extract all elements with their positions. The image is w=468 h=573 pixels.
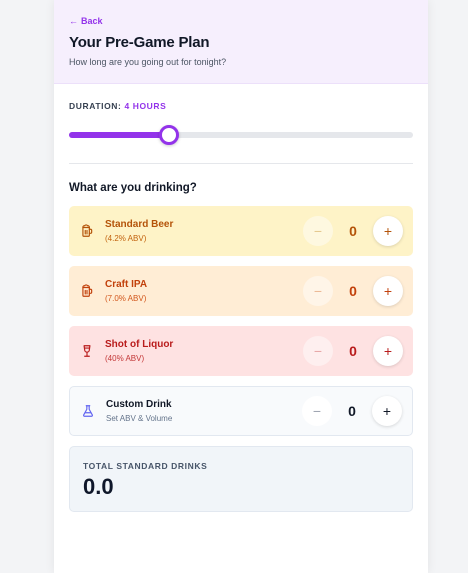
drink-count: 0 <box>349 343 357 359</box>
total-standard-drinks-panel: TOTAL STANDARD DRINKS 0.0 <box>69 446 413 512</box>
drink-row-craft-ipa: Craft IPA (7.0% ABV) − 0 + <box>69 266 413 316</box>
drink-count: 0 <box>349 223 357 239</box>
wine-glass-icon <box>79 343 95 359</box>
drinks-heading: What are you drinking? <box>69 182 197 194</box>
drink-count: 0 <box>348 403 356 419</box>
increment-button[interactable]: + <box>373 216 403 246</box>
drink-count: 0 <box>349 283 357 299</box>
drink-abv: (40% ABV) <box>105 354 145 363</box>
duration-caption: DURATION: <box>69 101 122 111</box>
flask-icon <box>80 403 96 419</box>
decrement-button[interactable]: − <box>303 276 333 306</box>
drink-abv: (7.0% ABV) <box>105 294 147 303</box>
drink-row-shot-of-liquor: Shot of Liquor (40% ABV) − 0 + <box>69 326 413 376</box>
duration-label: DURATION: 4 HOURS <box>69 101 413 111</box>
total-value: 0.0 <box>83 474 114 499</box>
drink-row-custom-drink: Custom Drink Set ABV & Volume − 0 + <box>69 386 413 436</box>
page-subtitle: How long are you going out for tonight? <box>69 57 227 67</box>
drink-abv: (4.2% ABV) <box>105 234 147 243</box>
page-title: Your Pre-Game Plan <box>69 34 210 51</box>
drink-name: Craft IPA <box>105 279 148 290</box>
drink-name: Standard Beer <box>105 219 174 230</box>
plan-card: ← Back Your Pre-Game Plan How long are y… <box>54 0 428 573</box>
beer-mug-icon <box>79 283 95 299</box>
drink-detail[interactable]: Set ABV & Volume <box>106 414 302 423</box>
increment-button[interactable]: + <box>373 276 403 306</box>
slider-thumb[interactable] <box>158 125 179 145</box>
back-label: Back <box>81 16 103 26</box>
arrow-left-icon: ← <box>69 16 78 26</box>
increment-button[interactable]: + <box>372 396 402 426</box>
total-label: TOTAL STANDARD DRINKS <box>83 461 208 471</box>
divider <box>69 163 413 164</box>
decrement-button[interactable]: − <box>303 336 333 366</box>
decrement-button[interactable]: − <box>303 216 333 246</box>
drink-name: Shot of Liquor <box>105 339 174 350</box>
drink-row-standard-beer: Standard Beer (4.2% ABV) − 0 + <box>69 206 413 256</box>
slider-fill <box>69 132 169 138</box>
header: ← Back Your Pre-Game Plan How long are y… <box>54 0 428 84</box>
decrement-button[interactable]: − <box>302 396 332 426</box>
duration-value: 4 HOURS <box>124 101 167 111</box>
back-button[interactable]: ← Back <box>69 16 413 26</box>
drink-name: Custom Drink <box>106 399 172 410</box>
beer-mug-icon <box>79 223 95 239</box>
duration-slider[interactable] <box>69 125 413 145</box>
increment-button[interactable]: + <box>373 336 403 366</box>
